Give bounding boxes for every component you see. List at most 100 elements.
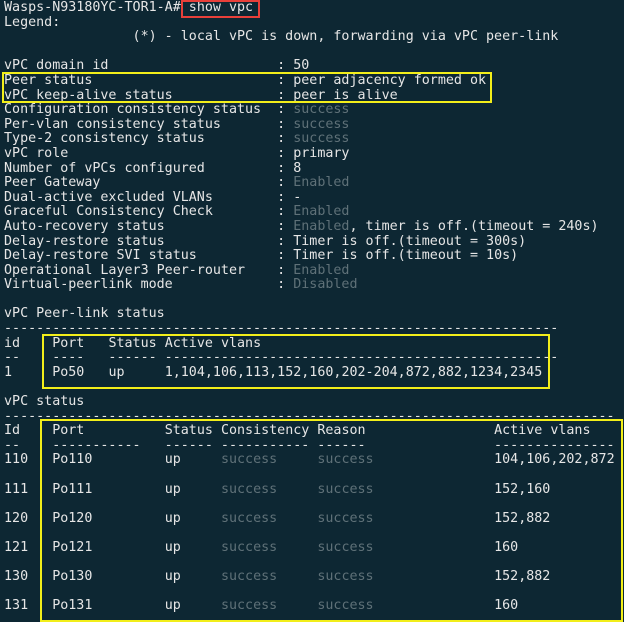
column-header: Status	[164, 423, 221, 439]
summary-value: success	[293, 131, 350, 147]
summary-label: Type-2 consistency status	[4, 131, 278, 147]
cell-vlans: 152,160	[494, 481, 551, 497]
summary-label: vPC keep-alive status	[4, 87, 278, 103]
cell-port: Po121	[52, 539, 165, 555]
text: :	[277, 218, 294, 234]
text: :	[277, 116, 294, 132]
summary-label: Auto-recovery status	[4, 218, 278, 234]
blank	[4, 585, 615, 600]
section-title: vPC status	[4, 394, 85, 410]
cell-consistency: success	[220, 598, 318, 614]
cell-status: up	[108, 364, 165, 380]
cell-reason: success	[317, 481, 495, 497]
text: :	[277, 102, 294, 118]
column-header: Id	[4, 423, 53, 439]
summary-row: Delay-restore status : Timer is off.(tim…	[4, 233, 615, 250]
table-row: 120 Po120 up success success 152,882	[4, 510, 615, 527]
summary-label: Number of vPCs configured	[4, 160, 278, 176]
summary-row: Type-2 consistency status : success	[4, 132, 615, 147]
text: :	[277, 277, 294, 293]
column-header: Port	[52, 423, 165, 439]
summary-label: Peer Gateway	[4, 175, 278, 191]
text: :	[277, 145, 294, 161]
cell-port: Po50	[52, 364, 109, 380]
summary-label: vPC role	[4, 145, 278, 161]
summary-row: Auto-recovery status : Enabled, timer is…	[4, 218, 615, 235]
summary-label: Graceful Consistency Check	[4, 204, 278, 220]
text: :	[277, 262, 294, 278]
cell-reason: success	[317, 539, 495, 555]
cell-reason: success	[317, 452, 495, 468]
summary-value: -	[293, 189, 302, 205]
cell-vlans: 152,882	[494, 510, 551, 526]
table-row: 121 Po121 up success success 160	[4, 539, 615, 556]
column-header: id	[4, 335, 53, 351]
text: :	[277, 58, 294, 74]
summary-label: Per-vlan consistency status	[4, 116, 278, 132]
summary-value: success	[293, 102, 350, 118]
summary-value: peer is alive	[293, 87, 398, 103]
blank	[4, 380, 615, 395]
table-row: 1 Po50 up 1,104,106,113,152,160,202-204,…	[4, 364, 615, 381]
cell-vlans: 1,104,106,113,152,160,202-204,872,882,12…	[164, 364, 543, 380]
summary-label: Operational Layer3 Peer-router	[4, 262, 278, 278]
summary-row: Peer Gateway : Enabled	[4, 175, 615, 191]
prompt-line: Wasps-N93180YC-TOR1-A# show vpc	[4, 0, 615, 16]
summary-value: Disabled	[293, 277, 358, 293]
text: :	[277, 233, 294, 249]
column-header: Active vlans	[494, 423, 591, 439]
column-header: Status	[108, 335, 165, 351]
summary-value: success	[293, 116, 350, 132]
legend-text-line: (*) - local vPC is down, forwarding via …	[4, 29, 615, 45]
cell-vlans: 160	[494, 598, 519, 614]
cell-status: up	[164, 598, 221, 614]
command: show vpc	[188, 0, 254, 15]
blank	[4, 556, 615, 571]
summary-value: Enabled	[293, 204, 350, 220]
prompt: Wasps-N93180YC-TOR1-A#	[4, 0, 181, 15]
text: -- ----------- ------ ----------- ------…	[4, 437, 615, 453]
cell-consistency: success	[220, 510, 318, 526]
summary-row: Peer status : peer adjacency formed ok	[4, 73, 615, 89]
text: :	[277, 204, 294, 220]
cell-vlans: 104,106,202,872	[494, 452, 615, 468]
text: :	[277, 189, 294, 205]
summary-value: Enabled	[293, 175, 350, 191]
peer-link-title: vPC Peer-link status	[4, 307, 615, 322]
summary-row: vPC role : primary	[4, 145, 615, 162]
cell-reason: success	[317, 510, 495, 526]
summary-row: Delay-restore SVI status : Timer is off.…	[4, 248, 615, 264]
terminal-output[interactable]: Wasps-N93180YC-TOR1-A# show vpc Legend: (…	[4, 0, 615, 614]
text: :	[277, 87, 294, 103]
cell-port: Po111	[52, 481, 165, 497]
cell-vlans: 152,882	[494, 569, 551, 585]
cell-reason: success	[317, 569, 495, 585]
cell-id: 130	[4, 569, 53, 585]
cell-id: 1	[4, 364, 53, 380]
cell-consistency: success	[220, 452, 318, 468]
summary-row: Configuration consistency status : succe…	[4, 102, 615, 118]
blank	[4, 293, 615, 308]
summary-label: Virtual-peerlink mode	[4, 277, 278, 293]
cell-port: Po120	[52, 510, 165, 526]
summary-value: 8	[293, 160, 302, 176]
summary-row: vPC keep-alive status : peer is alive	[4, 87, 615, 104]
cell-id: 121	[4, 539, 53, 555]
summary-row: Dual-active excluded VLANs : -	[4, 189, 615, 206]
cell-port: Po110	[52, 452, 165, 468]
column-header: Active vlans	[164, 335, 262, 351]
cell-port: Po131	[52, 598, 165, 614]
summary-label: Configuration consistency status	[4, 102, 278, 118]
section-title: vPC Peer-link status	[4, 306, 165, 322]
text: :	[277, 248, 294, 264]
summary-value: Timer is off.(timeout = 10s)	[293, 248, 519, 264]
summary-row: Virtual-peerlink mode : Disabled	[4, 277, 615, 293]
table-row: 130 Po130 up success success 152,882	[4, 569, 615, 585]
table-header: Id Port Status Consistency Reason Active…	[4, 423, 615, 439]
cell-status: up	[164, 569, 221, 585]
summary-value: Enabled	[293, 262, 350, 278]
summary-label: Dual-active excluded VLANs	[4, 189, 278, 205]
blank	[4, 526, 615, 541]
summary-value: Enabled	[293, 218, 350, 234]
text	[181, 0, 189, 15]
